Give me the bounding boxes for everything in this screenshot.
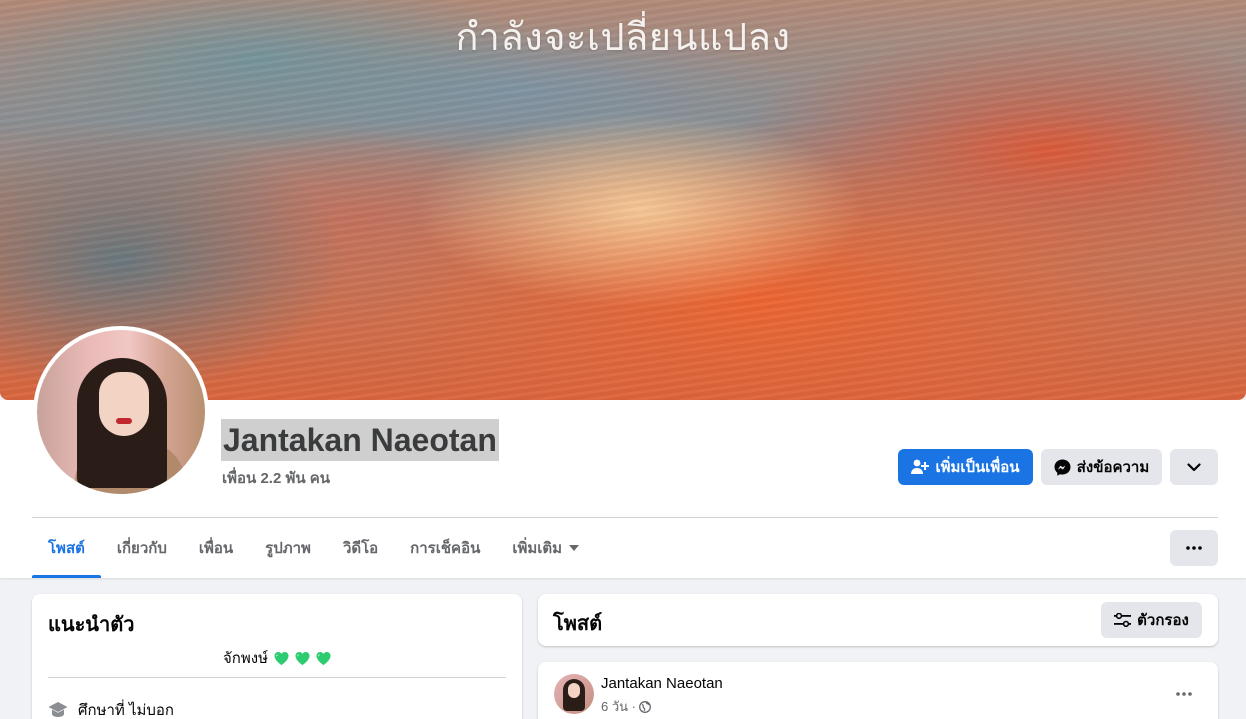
- intro-education-row: ศึกษาที่ ไม่บอก: [48, 698, 174, 719]
- green-heart-icon: [295, 651, 310, 666]
- avatar-lips-shape: [116, 418, 132, 424]
- tab-label: เกี่ยวกับ: [116, 540, 167, 557]
- add-friend-label: เพิ่มเป็นเพื่อน: [935, 459, 1020, 476]
- intro-card: แนะนำตัว จักพงษ์ ศึกษาที่ ไม่บอก: [32, 594, 522, 719]
- intro-bio-text: จักพงษ์: [223, 650, 268, 667]
- tab-checkins[interactable]: การเช็คอิน: [394, 518, 496, 578]
- friends-count-link[interactable]: เพื่อน 2.2 พัน คน: [222, 466, 330, 490]
- profile-options-button[interactable]: [1170, 449, 1218, 485]
- tab-about[interactable]: เกี่ยวกับ: [101, 518, 183, 578]
- cover-photo[interactable]: กำลังจะเปลี่ยนแปลง: [0, 0, 1246, 400]
- filter-label: ตัวกรอง: [1137, 612, 1189, 629]
- filter-sliders-icon: [1114, 613, 1132, 627]
- globe-icon: [639, 700, 651, 713]
- tabs-more-options-button[interactable]: [1170, 530, 1218, 566]
- tab-label: วิดีโอ: [342, 540, 379, 557]
- chevron-down-icon: [1187, 462, 1201, 472]
- tab-label: รูปภาพ: [265, 540, 311, 557]
- intro-title: แนะนำตัว: [48, 614, 135, 636]
- intro-divider: [48, 677, 506, 678]
- post-author-avatar[interactable]: [554, 674, 594, 714]
- intro-education-text: ศึกษาที่ ไม่บอก: [78, 702, 175, 719]
- posts-title: โพสต์: [553, 613, 603, 635]
- post-card: Jantakan Naeotan 6 วัน ·: [538, 662, 1218, 719]
- tab-videos[interactable]: วิดีโอ: [327, 518, 394, 578]
- tab-photos[interactable]: รูปภาพ: [249, 518, 327, 578]
- add-friend-icon: [911, 459, 930, 475]
- profile-picture[interactable]: [33, 326, 209, 498]
- send-message-button[interactable]: ส่งข้อความ: [1041, 449, 1162, 485]
- profile-picture-image: [37, 330, 205, 494]
- green-heart-icon: [316, 651, 331, 666]
- tab-label: เพื่อน: [198, 540, 234, 557]
- more-horizontal-icon: [1166, 676, 1202, 712]
- profile-tabs: โพสต์ เกี่ยวกับ เพื่อน รูปภาพ วิดีโอ การ…: [32, 518, 595, 578]
- posts-header-card: โพสต์ ตัวกรอง: [538, 594, 1218, 646]
- post-author-name[interactable]: Jantakan Naeotan: [601, 675, 723, 692]
- post-meta: 6 วัน ·: [601, 696, 651, 717]
- post-options-button[interactable]: [1166, 676, 1202, 712]
- profile-name: Jantakan Naeotan: [221, 419, 499, 461]
- green-heart-icon: [274, 651, 289, 666]
- avatar-face-shape: [99, 372, 149, 436]
- filter-button[interactable]: ตัวกรอง: [1101, 602, 1202, 638]
- graduation-cap-icon: [48, 701, 68, 719]
- tab-posts[interactable]: โพสต์: [32, 518, 101, 578]
- more-horizontal-icon: [1186, 546, 1202, 550]
- caret-down-icon: [569, 545, 580, 551]
- send-message-label: ส่งข้อความ: [1076, 459, 1150, 476]
- messenger-icon: [1054, 459, 1071, 476]
- tab-more[interactable]: เพิ่มเติม: [496, 518, 595, 578]
- tab-friends[interactable]: เพื่อน: [183, 518, 249, 578]
- tab-label: การเช็คอิน: [410, 540, 481, 557]
- tab-label: เพิ่มเติม: [512, 540, 563, 557]
- add-friend-button[interactable]: เพิ่มเป็นเพื่อน: [898, 449, 1033, 485]
- tab-label: โพสต์: [48, 540, 85, 557]
- post-timestamp[interactable]: 6 วัน ·: [601, 696, 636, 717]
- cover-overlay-text: กำลังจะเปลี่ยนแปลง: [455, 15, 791, 59]
- intro-bio: จักพงษ์: [32, 646, 522, 670]
